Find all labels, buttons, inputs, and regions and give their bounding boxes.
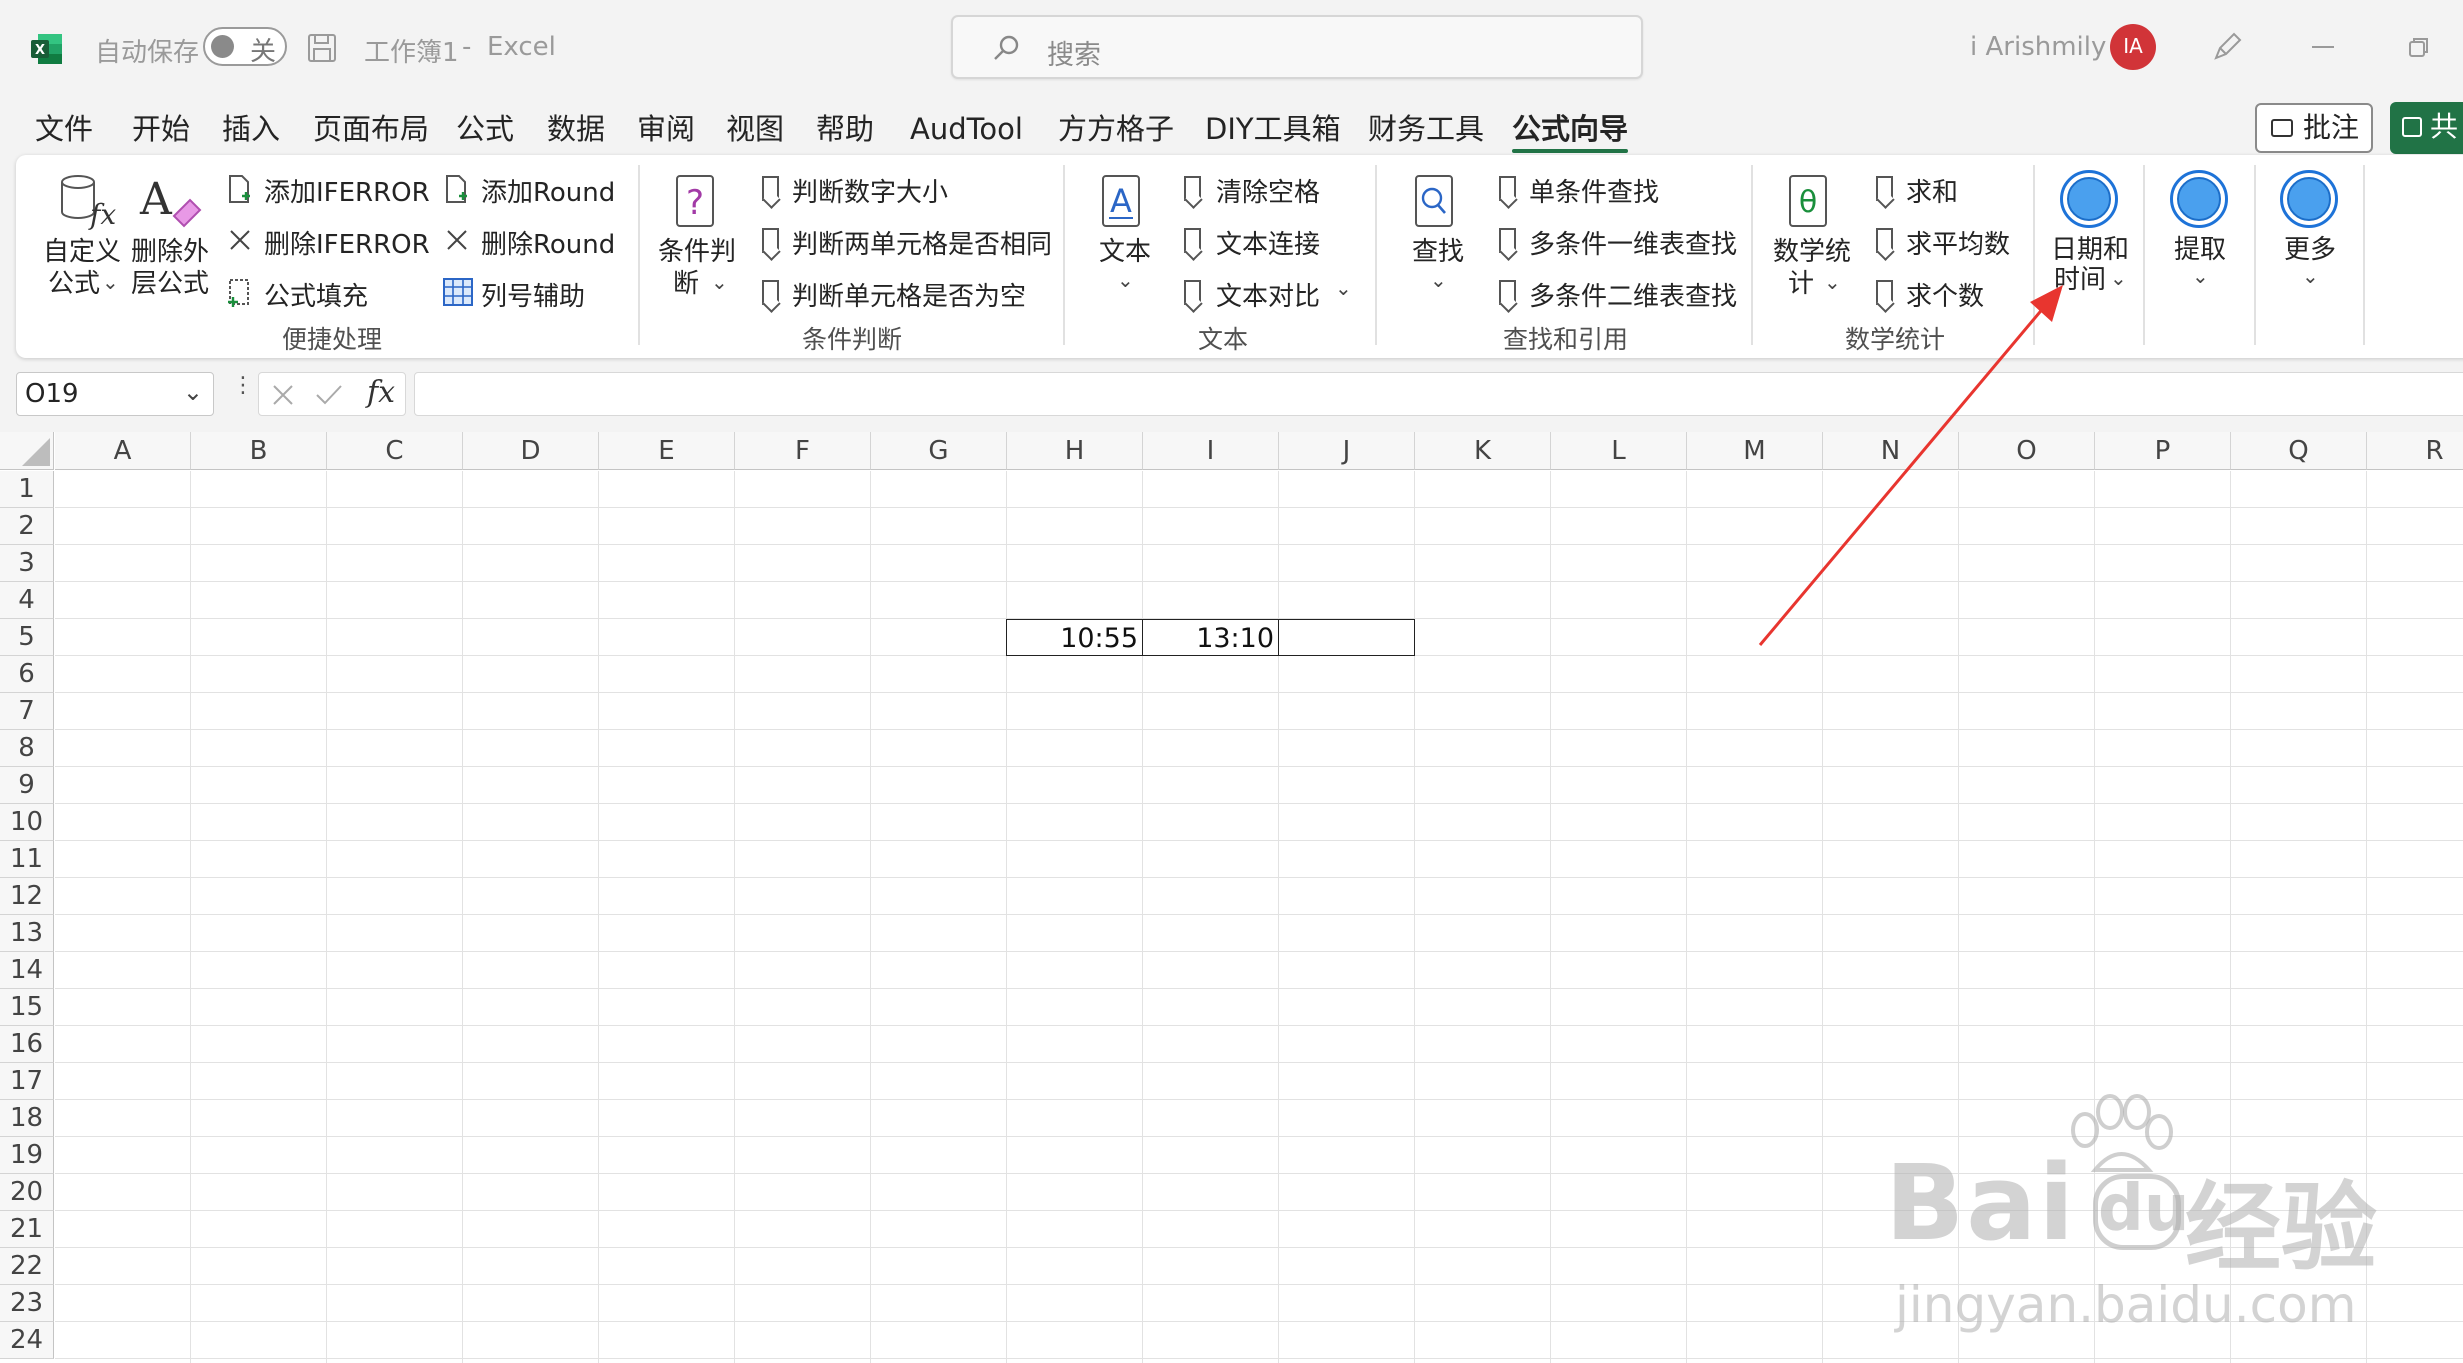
watermark-brand-text: Bai — [1885, 1142, 2077, 1264]
watermark-brand: Bai — [1885, 1142, 2076, 1264]
watermark-suffix: 经验 — [2185, 1172, 2377, 1284]
watermark-url: jingyan.baidu.com — [1895, 1276, 2357, 1334]
watermark: Bai du 经验 jingyan.baidu.com — [1885, 1090, 2445, 1340]
watermark-du-icon: du — [2093, 1174, 2189, 1250]
